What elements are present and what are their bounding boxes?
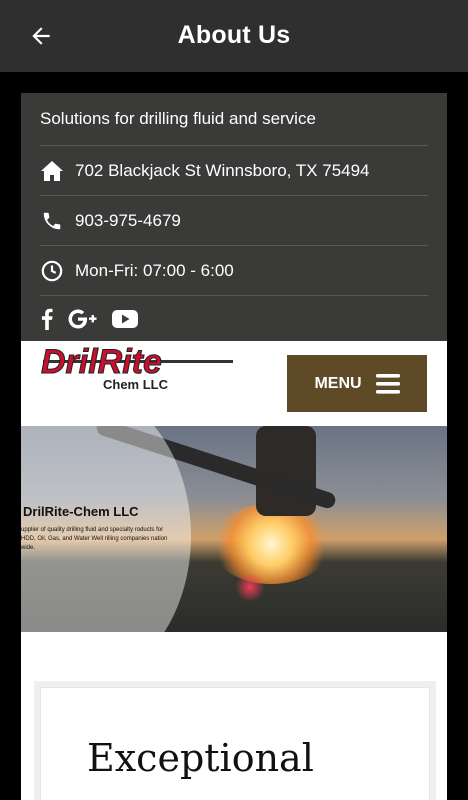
app-bar: About Us [0, 0, 468, 72]
hero-description: upplier of quality drilling fluid and sp… [21, 527, 168, 551]
hours-row: Mon-Fri: 07:00 - 6:00 [40, 246, 428, 296]
sun-glow [211, 504, 331, 584]
webview-frame: Solutions for drilling fluid and service… [21, 93, 447, 800]
hero-title: DrilRite-Chem LLC [23, 504, 139, 519]
logo-wordmark: DrilRite [41, 343, 162, 381]
lens-flare [235, 572, 265, 602]
contact-info-panel: Solutions for drilling fluid and service… [21, 93, 447, 341]
content-section: Exceptional [21, 632, 447, 800]
site-header: DrilRite Chem LLC MENU [21, 341, 447, 426]
phone-text: 903-975-4679 [75, 210, 181, 230]
drilrite-logo[interactable]: DrilRite Chem LLC [41, 343, 241, 398]
phone-icon [40, 209, 64, 233]
phone-row[interactable]: 903-975-4679 [40, 196, 428, 246]
clock-icon [40, 259, 64, 283]
hours-text: Mon-Fri: 07:00 - 6:00 [75, 260, 234, 280]
home-icon [40, 159, 64, 183]
facebook-icon[interactable] [40, 308, 54, 330]
menu-button[interactable]: MENU [287, 355, 427, 412]
hero-banner: DrilRite-Chem LLC upplier of quality dri… [21, 426, 447, 632]
address-text: 702 Blackjack St Winnsboro, TX 75494 [75, 160, 370, 180]
menu-label: MENU [314, 374, 362, 392]
page-title: About Us [177, 21, 291, 49]
content-card: Exceptional [40, 687, 430, 800]
hamburger-icon [375, 373, 400, 394]
tagline: Solutions for drilling fluid and service [40, 109, 316, 128]
youtube-icon[interactable] [112, 309, 138, 329]
section-heading: Exceptional [87, 736, 314, 780]
address-row[interactable]: 702 Blackjack St Winnsboro, TX 75494 [40, 146, 428, 196]
logo-subtitle: Chem LLC [103, 377, 168, 392]
social-links [40, 296, 428, 342]
google-plus-icon[interactable] [68, 309, 98, 329]
tagline-row: Solutions for drilling fluid and service [40, 93, 428, 146]
